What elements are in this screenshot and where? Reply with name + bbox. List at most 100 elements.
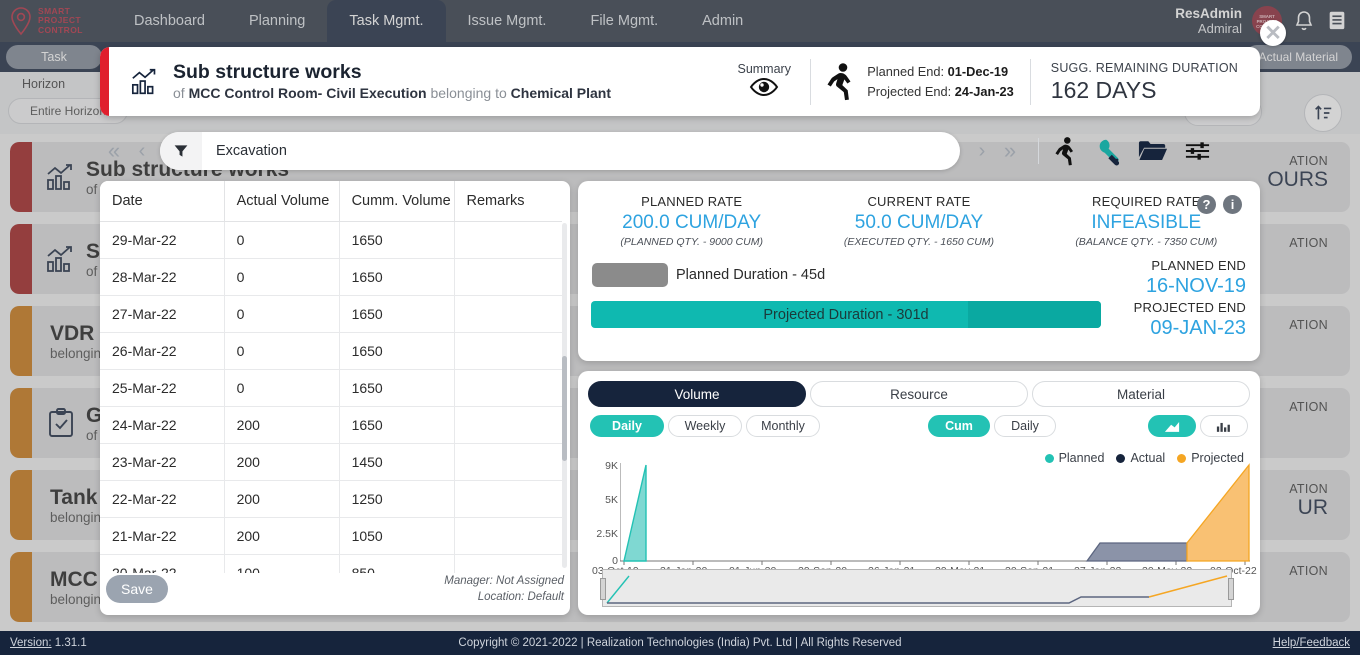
table-row[interactable]: 29-Mar-22 0 1650 <box>100 221 562 259</box>
end-dates-text: Planned End: 01-Dec-19 Projected End: 24… <box>867 62 1014 102</box>
nav-item-planning[interactable]: Planning <box>227 0 327 42</box>
tab-volume[interactable]: Volume <box>588 381 806 407</box>
cell-actual-volume[interactable]: 0 <box>224 369 340 407</box>
cell-actual-volume[interactable]: 0 <box>224 332 340 370</box>
cell-remarks[interactable] <box>454 517 562 555</box>
suggested-duration-block: SUGG. REMAINING DURATION 162 DAYS <box>1031 60 1260 104</box>
manual-book-icon[interactable] <box>1326 8 1350 34</box>
wrench-icon[interactable] <box>1092 134 1126 168</box>
summary-block[interactable]: Summary <box>718 61 810 102</box>
cell-remarks[interactable] <box>454 443 562 481</box>
table-row[interactable]: 26-Mar-22 0 1650 <box>100 332 562 370</box>
chart-icon <box>44 160 78 194</box>
modal-header-right: Summary Planned End: 01-Dec-19 Projected… <box>718 47 1260 116</box>
cell-cumm-volume: 1450 <box>339 443 455 481</box>
settings-sliders-icon[interactable] <box>1180 134 1214 168</box>
table-row[interactable]: 20-Mar-22 100 850 <box>100 554 562 573</box>
subtitle-parent: MCC Control Room- Civil Execution <box>188 84 427 101</box>
bar-chart-icon[interactable] <box>1200 415 1248 437</box>
table-row[interactable]: 22-Mar-22 200 1250 <box>100 480 562 518</box>
cell-actual-volume[interactable]: 100 <box>224 554 340 573</box>
background-actual-material-pill[interactable]: Actual Material <box>1244 45 1352 69</box>
cell-date: 26-Mar-22 <box>100 332 225 370</box>
cell-remarks[interactable] <box>454 258 562 296</box>
save-button[interactable]: Save <box>106 575 168 603</box>
table-row[interactable]: 23-Mar-22 200 1450 <box>100 443 562 481</box>
cell-remarks[interactable] <box>454 369 562 407</box>
column-header-date[interactable]: Date <box>100 181 225 222</box>
folder-icon[interactable] <box>1136 134 1170 168</box>
cell-actual-volume[interactable]: 0 <box>224 258 340 296</box>
runner-icon[interactable] <box>1048 134 1082 168</box>
nav-item-file-mgmt[interactable]: File Mgmt. <box>568 0 680 42</box>
cell-actual-volume[interactable]: 0 <box>224 295 340 333</box>
runner-icon <box>823 62 857 102</box>
search-toolbar: « ‹ Excavation › » <box>100 127 1260 175</box>
projected-end-value: 09-JAN-23 <box>1150 317 1246 339</box>
y-tick-2-5k: 2.5K <box>596 528 618 540</box>
cell-actual-volume[interactable]: 200 <box>224 406 340 444</box>
cell-actual-volume[interactable]: 200 <box>224 517 340 555</box>
next-page-button[interactable]: › <box>968 141 996 161</box>
cell-remarks[interactable] <box>454 221 562 259</box>
toggle-cum[interactable]: Cum <box>928 415 990 437</box>
projected-end-row: Projected End: 24-Jan-23 <box>867 82 1014 102</box>
help-feedback-link[interactable]: Help/Feedback <box>1273 637 1350 649</box>
sort-button[interactable] <box>1304 94 1342 132</box>
cell-actual-volume[interactable]: 200 <box>224 480 340 518</box>
card-stripe <box>10 142 32 212</box>
cell-remarks[interactable] <box>454 480 562 518</box>
column-header-actual-volume[interactable]: Actual Volume <box>224 181 340 222</box>
table-row[interactable]: 21-Mar-22 200 1050 <box>100 517 562 555</box>
area-chart-icon[interactable] <box>1148 415 1196 437</box>
cell-remarks[interactable] <box>454 295 562 333</box>
prev-page-button[interactable]: ‹ <box>128 141 156 161</box>
cell-actual-volume[interactable]: 0 <box>224 221 340 259</box>
help-icon[interactable]: ? <box>1197 195 1216 214</box>
notifications-bell-icon[interactable] <box>1292 8 1316 34</box>
toggle-weekly[interactable]: Weekly <box>668 415 742 437</box>
divider <box>1038 138 1039 164</box>
cell-remarks[interactable] <box>454 406 562 444</box>
user-info[interactable]: ResAdmin Admiral <box>1175 6 1242 36</box>
column-header-remarks[interactable]: Remarks <box>454 181 562 222</box>
tab-material[interactable]: Material <box>1032 381 1250 407</box>
info-icon[interactable]: i <box>1223 195 1242 214</box>
search-input[interactable]: Excavation <box>160 132 960 170</box>
viz-toggle-group <box>1148 415 1248 437</box>
table-scrollbar-thumb[interactable] <box>562 356 567 461</box>
toggle-daily[interactable]: Daily <box>590 415 664 437</box>
nav-item-admin[interactable]: Admin <box>680 0 765 42</box>
nav-item-issue-mgmt[interactable]: Issue Mgmt. <box>446 0 569 42</box>
nav-item-dashboard[interactable]: Dashboard <box>112 0 227 42</box>
cell-actual-volume[interactable]: 200 <box>224 443 340 481</box>
projected-duration-overrun-segment <box>968 301 1101 328</box>
chart-range-brush[interactable] <box>600 569 1234 607</box>
cell-date: 25-Mar-22 <box>100 369 225 407</box>
last-page-button[interactable]: » <box>996 140 1024 162</box>
card-right-value: UR <box>1297 496 1328 519</box>
table-row[interactable]: 27-Mar-22 0 1650 <box>100 295 562 333</box>
table-scroll-region[interactable]: Date Actual Volume Cumm. Volume Remarks … <box>100 181 562 573</box>
cell-remarks[interactable] <box>454 332 562 370</box>
close-icon[interactable]: ✕ <box>1260 20 1286 46</box>
tab-resource[interactable]: Resource <box>810 381 1028 407</box>
nav-item-task-mgmt[interactable]: Task Mgmt. <box>327 0 446 42</box>
background-task-pill[interactable]: Task <box>6 45 102 69</box>
brush-handle-right[interactable] <box>1228 578 1234 600</box>
app-logo[interactable]: SMART PROJECT CONTROL <box>0 0 100 42</box>
brush-handle-left[interactable] <box>600 578 606 600</box>
first-page-button[interactable]: « <box>100 140 128 162</box>
eye-icon[interactable] <box>749 77 779 101</box>
cell-remarks[interactable] <box>454 554 562 573</box>
column-header-cumm-volume[interactable]: Cumm. Volume <box>339 181 455 222</box>
table-row[interactable]: 25-Mar-22 0 1650 <box>100 369 562 407</box>
subtitle-project: Chemical Plant <box>510 84 612 101</box>
table-row[interactable]: 24-Mar-22 200 1650 <box>100 406 562 444</box>
filter-icon[interactable] <box>160 132 202 170</box>
required-rate-sub: (BALANCE QTY. - 7350 CUM) <box>1075 236 1218 248</box>
toggle-mode-daily[interactable]: Daily <box>994 415 1056 437</box>
projected-end-value: 24-Jan-23 <box>954 83 1014 99</box>
toggle-monthly[interactable]: Monthly <box>746 415 820 437</box>
table-row[interactable]: 28-Mar-22 0 1650 <box>100 258 562 296</box>
